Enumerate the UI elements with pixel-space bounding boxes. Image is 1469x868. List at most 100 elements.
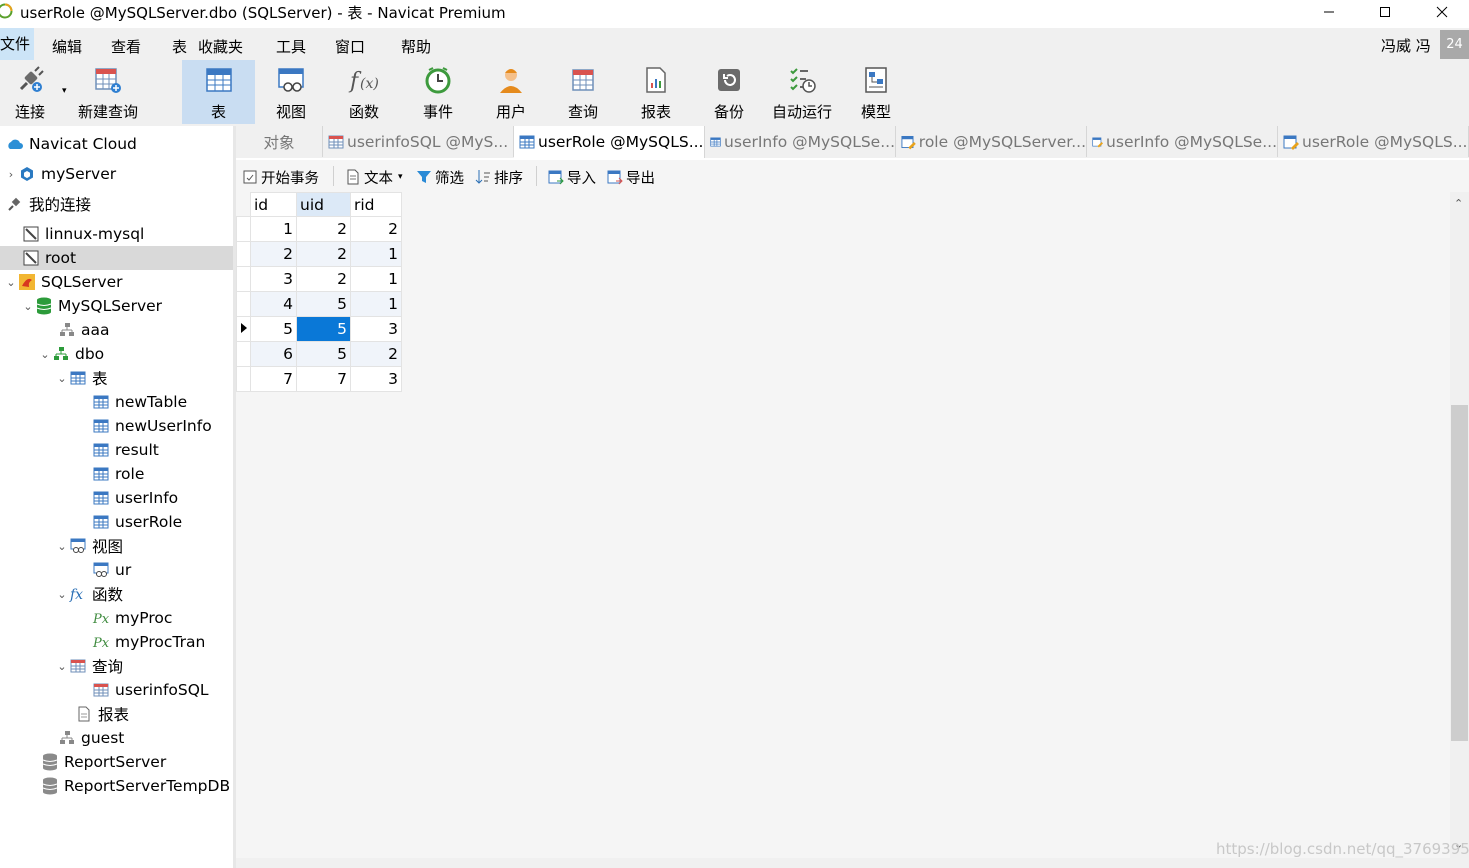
tree-node-myproc[interactable]: Px myProc — [92, 606, 172, 630]
table-row[interactable]: 7 7 3 — [236, 366, 402, 392]
tree-node-userinfo[interactable]: userInfo — [92, 486, 178, 510]
toolbar-event-button[interactable]: 事件 — [407, 60, 469, 124]
cell-rid[interactable]: 3 — [350, 366, 402, 392]
tree-node-myproctran[interactable]: Px myProcTran — [92, 630, 205, 654]
row-marker[interactable] — [236, 216, 251, 242]
tab-userrole-design[interactable]: userRole @MySQLS... — [1278, 126, 1469, 157]
tree-node-mysqlserver[interactable]: ⌄ MySQLServer — [21, 294, 162, 318]
cell-uid[interactable]: 2 — [296, 241, 351, 267]
cell-id[interactable]: 1 — [250, 216, 297, 242]
row-marker[interactable] — [236, 366, 251, 392]
cell-id[interactable]: 3 — [250, 266, 297, 292]
tab-userinfo[interactable]: userInfo @MySQLSe... — [705, 126, 896, 157]
tree-node-ur[interactable]: ur — [92, 558, 131, 582]
tab-objects[interactable]: 对象 — [236, 126, 323, 157]
column-header-rid[interactable]: rid — [350, 192, 402, 217]
table-row[interactable]: 1 2 2 — [236, 216, 402, 242]
tree-node-myserver[interactable]: › myServer — [4, 162, 116, 186]
row-marker[interactable] — [236, 341, 251, 367]
cell-rid[interactable]: 1 — [350, 241, 402, 267]
row-marker[interactable] — [236, 266, 251, 292]
toolbar-connection-button[interactable]: 连接 — [6, 60, 54, 124]
export-button[interactable]: 导出 — [607, 167, 655, 187]
tree-node-functions-folder[interactable]: ⌄ fx 函数 — [55, 582, 123, 606]
cell-id[interactable]: 2 — [250, 241, 297, 267]
toolbar-query-button[interactable]: 查询 — [552, 60, 614, 124]
chevron-down-icon[interactable]: ⌄ — [38, 348, 52, 361]
tree-node-reports-folder[interactable]: 报表 — [75, 702, 129, 726]
toolbar-table-button[interactable]: 表 — [182, 60, 255, 124]
menu-help[interactable]: 帮助 — [401, 36, 431, 57]
tree-node-sqlserver[interactable]: ⌄ SQLServer — [4, 270, 122, 294]
row-marker[interactable] — [236, 291, 251, 317]
table-row[interactable]: 4 5 1 — [236, 291, 402, 317]
tree-node-my-connections[interactable]: 我的连接 — [6, 192, 91, 216]
cell-uid[interactable]: 5 — [296, 341, 351, 367]
cell-rid[interactable]: 2 — [350, 216, 402, 242]
column-header-id[interactable]: id — [250, 192, 297, 217]
scrollbar-thumb[interactable] — [1451, 405, 1468, 741]
chevron-down-icon[interactable]: ⌄ — [4, 276, 18, 289]
tree-node-queries-folder[interactable]: ⌄ 查询 — [55, 654, 123, 678]
tab-role-design[interactable]: role @MySQLServer... — [896, 126, 1087, 157]
cell-uid[interactable]: 7 — [296, 366, 351, 392]
tree-node-reportserver[interactable]: ReportServer — [41, 750, 166, 774]
table-row-current[interactable]: 5 5 3 — [236, 316, 402, 342]
toolbar-new-query-button[interactable]: 新建查询 — [74, 60, 142, 124]
connection-dropdown-icon[interactable]: ▾ — [62, 86, 67, 96]
text-view-button[interactable]: 文本 ▾ — [345, 167, 403, 187]
menu-view[interactable]: 查看 — [111, 36, 141, 57]
cell-id[interactable]: 4 — [250, 291, 297, 317]
cell-uid-selected[interactable]: 5 — [296, 316, 351, 342]
tree-node-navicat-cloud[interactable]: Navicat Cloud — [6, 132, 137, 156]
begin-transaction-button[interactable]: 开始事务 — [242, 167, 319, 187]
cell-rid[interactable]: 1 — [350, 291, 402, 317]
scroll-up-arrow-icon[interactable]: ⌃ — [1454, 197, 1463, 210]
vertical-scrollbar[interactable]: ⌃ ⌄ — [1450, 192, 1469, 858]
table-row[interactable]: 3 2 1 — [236, 266, 402, 292]
menu-window[interactable]: 窗口 — [335, 36, 365, 57]
column-header-uid[interactable]: uid — [296, 192, 351, 217]
toolbar-backup-button[interactable]: 备份 — [698, 60, 760, 124]
table-row[interactable]: 6 5 2 — [236, 341, 402, 367]
toolbar-user-button[interactable]: 用户 — [480, 60, 542, 124]
import-button[interactable]: 导入 — [548, 167, 596, 187]
minimize-button[interactable] — [1300, 0, 1358, 24]
chevron-down-icon[interactable]: ⌄ — [55, 588, 69, 601]
tree-node-guest[interactable]: guest — [58, 726, 124, 750]
cell-id[interactable]: 5 — [250, 316, 297, 342]
sort-button[interactable]: 排序 — [475, 167, 523, 187]
tab-userrole-active[interactable]: userRole @MySQLS... — [514, 126, 705, 158]
tree-node-dbo[interactable]: ⌄ dbo — [38, 342, 104, 366]
tree-node-role[interactable]: role — [92, 462, 144, 486]
menu-table[interactable]: 表 — [172, 36, 187, 57]
user-name[interactable]: 冯威 冯 — [1381, 35, 1431, 56]
chevron-down-icon[interactable]: ⌄ — [55, 540, 69, 553]
tab-userinfo-design[interactable]: userInfo @MySQLSe... — [1087, 126, 1278, 157]
cell-uid[interactable]: 5 — [296, 291, 351, 317]
close-button[interactable] — [1413, 0, 1469, 24]
user-avatar[interactable]: 24 — [1440, 30, 1469, 59]
table-row[interactable]: 2 2 1 — [236, 241, 402, 267]
chevron-down-icon[interactable]: ⌄ — [55, 372, 69, 385]
maximize-button[interactable] — [1356, 0, 1414, 24]
toolbar-report-button[interactable]: 报表 — [625, 60, 687, 124]
cell-uid[interactable]: 2 — [296, 216, 351, 242]
cell-rid[interactable]: 2 — [350, 341, 402, 367]
toolbar-view-button[interactable]: 视图 — [260, 60, 322, 124]
tree-node-tables-folder[interactable]: ⌄ 表 — [55, 366, 107, 390]
cell-rid[interactable]: 1 — [350, 266, 402, 292]
tree-node-userinfosql[interactable]: userinfoSQL — [92, 678, 209, 702]
cell-rid[interactable]: 3 — [350, 316, 402, 342]
tree-node-userrole[interactable]: userRole — [92, 510, 182, 534]
tree-node-root[interactable]: root — [0, 246, 233, 270]
tree-node-newuserinfo[interactable]: newUserInfo — [92, 414, 212, 438]
menu-edit[interactable]: 编辑 — [52, 36, 82, 57]
chevron-down-icon[interactable]: ⌄ — [55, 660, 69, 673]
tree-node-views-folder[interactable]: ⌄ 视图 — [55, 534, 123, 558]
tree-node-result[interactable]: result — [92, 438, 159, 462]
tab-userinfosql[interactable]: userinfoSQL @MyS... — [323, 126, 514, 157]
tree-node-linnux-mysql[interactable]: linnux-mysql — [22, 222, 144, 246]
toolbar-automation-button[interactable]: 自动运行 — [768, 60, 836, 124]
menu-tools[interactable]: 工具 — [276, 36, 306, 57]
